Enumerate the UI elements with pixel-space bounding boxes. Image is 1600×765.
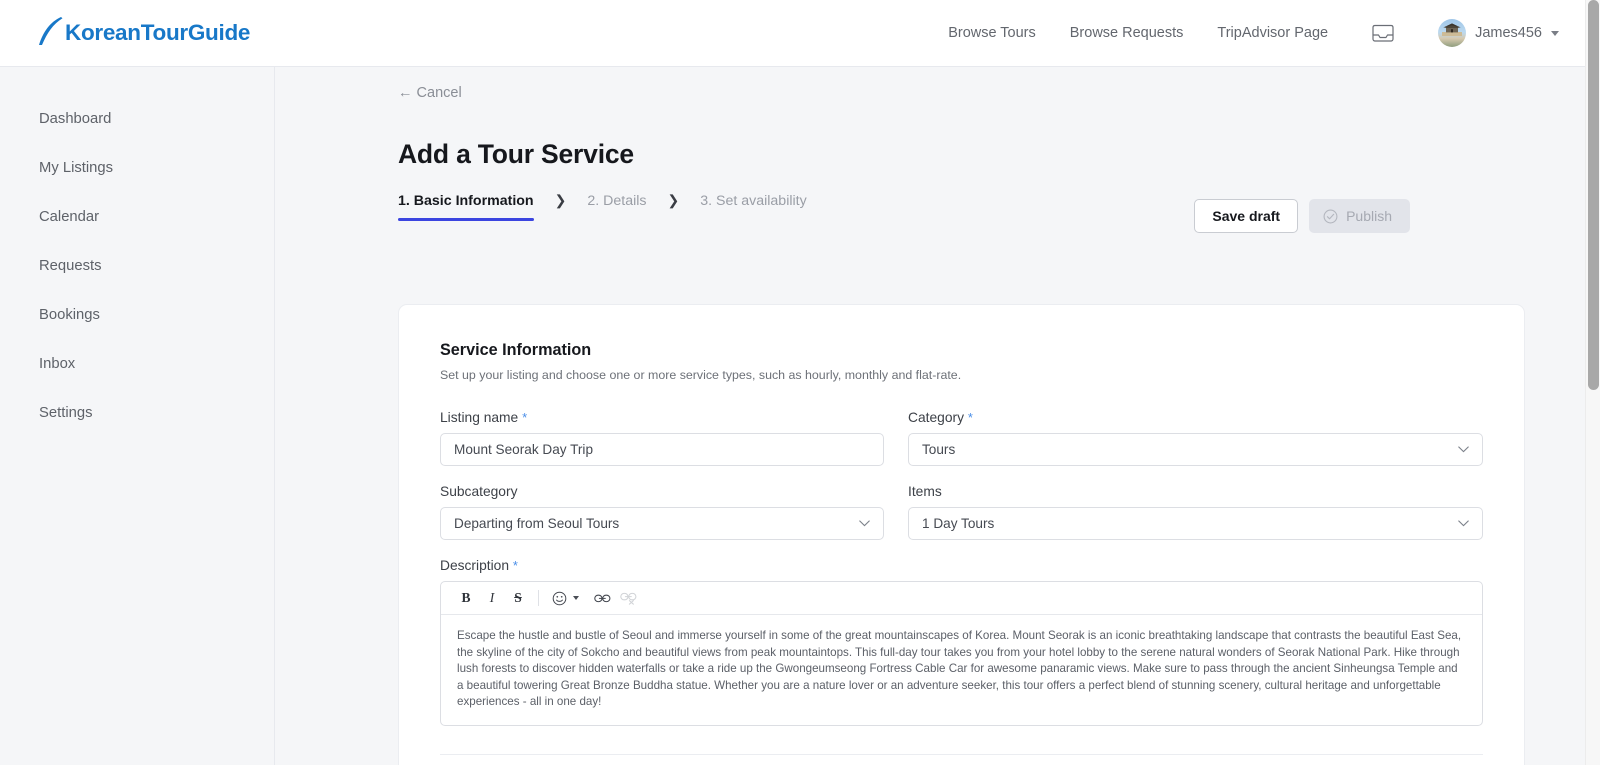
sidebar-item-label: My Listings	[39, 159, 114, 176]
category-label-text: Category	[908, 410, 964, 425]
avatar-pagoda-image	[1442, 23, 1463, 36]
logo-text: KoreanTourGuide	[65, 20, 250, 46]
category-label: Category *	[908, 410, 1483, 425]
sidebar-item-settings[interactable]: Settings	[0, 388, 274, 437]
chevron-down-icon	[1458, 520, 1469, 527]
description-editor: B I S Escape the hustle and bustle of Se…	[440, 581, 1483, 726]
items-label-text: Items	[908, 484, 942, 499]
sidebar-item-calendar[interactable]: Calendar	[0, 192, 274, 241]
sidebar-item-bookings[interactable]: Bookings	[0, 290, 274, 339]
required-asterisk: *	[522, 410, 528, 425]
sidebar: Dashboard My Listings Calendar Requests …	[0, 67, 275, 765]
nav-link-browse-requests[interactable]: Browse Requests	[1070, 25, 1184, 41]
user-menu[interactable]: James456	[1438, 19, 1559, 47]
logo-text-part3: Guide	[187, 20, 251, 45]
section-title: Service Information	[440, 341, 592, 359]
page-actions: Save draft Publish	[1194, 199, 1410, 233]
listing-name-label-text: Listing name	[440, 410, 519, 425]
card-divider	[440, 754, 1483, 755]
unlink-icon	[615, 586, 641, 610]
field-description: Description * B I S Escape the hustle an…	[440, 558, 1483, 726]
link-icon[interactable]	[589, 586, 615, 610]
service-information-card: Service Information Set up your listing …	[398, 304, 1525, 765]
step-basic-information[interactable]: 1. Basic Information	[398, 193, 534, 221]
items-select-value: 1 Day Tours	[922, 516, 995, 531]
subcategory-select[interactable]: Departing from Seoul Tours	[440, 507, 884, 540]
sidebar-item-dashboard[interactable]: Dashboard	[0, 94, 274, 143]
toolbar-divider	[538, 590, 539, 606]
category-select[interactable]: Tours	[908, 433, 1483, 466]
page-title: Add a Tour Service	[398, 139, 634, 169]
check-circle-icon	[1323, 209, 1338, 223]
step-details[interactable]: 2. Details	[587, 193, 646, 221]
publish-button[interactable]: Publish	[1309, 199, 1410, 233]
sidebar-item-my-listings[interactable]: My Listings	[0, 143, 274, 192]
cancel-row: ← Cancel	[276, 67, 1585, 102]
main-content: ← Cancel Add a Tour Service 1. Basic Inf…	[276, 67, 1585, 765]
description-textarea[interactable]: Escape the hustle and bustle of Seoul an…	[441, 615, 1482, 725]
publish-button-label: Publish	[1346, 208, 1392, 224]
description-label-text: Description	[440, 558, 510, 573]
strikethrough-icon[interactable]: S	[505, 586, 531, 610]
sidebar-item-label: Requests	[39, 257, 102, 274]
field-items: Items 1 Day Tours	[908, 484, 1483, 540]
editor-toolbar: B I S	[441, 582, 1482, 615]
emoji-smiley-icon[interactable]	[546, 586, 572, 610]
nav-link-browse-tours[interactable]: Browse Tours	[948, 25, 1036, 41]
emoji-caret-icon[interactable]	[573, 596, 579, 600]
sidebar-item-label: Inbox	[39, 355, 76, 372]
step-chevron-icon: ❯	[667, 192, 680, 208]
cancel-link[interactable]: ← Cancel	[398, 85, 462, 101]
sidebar-item-requests[interactable]: Requests	[0, 241, 274, 290]
sidebar-item-inbox[interactable]: Inbox	[0, 339, 274, 388]
description-label: Description *	[440, 558, 1483, 573]
sidebar-item-label: Bookings	[39, 306, 100, 323]
field-listing-name: Listing name * Mount Seorak Day Trip	[440, 410, 884, 466]
step-chevron-icon: ❯	[554, 192, 567, 208]
logo-text-part2: Tour	[140, 20, 188, 45]
subcategory-select-value: Departing from Seoul Tours	[454, 516, 620, 531]
subcategory-label-text: Subcategory	[440, 484, 518, 499]
chevron-down-icon	[1458, 446, 1469, 453]
italic-icon[interactable]: I	[479, 586, 505, 610]
category-select-value: Tours	[922, 442, 956, 457]
step-set-availability[interactable]: 3. Set availability	[700, 193, 806, 221]
section-subtitle: Set up your listing and choose one or mo…	[440, 368, 962, 382]
nav-link-tripadvisor-page[interactable]: TripAdvisor Page	[1217, 25, 1328, 41]
scrollbar-thumb[interactable]	[1588, 0, 1599, 390]
subcategory-label: Subcategory	[440, 484, 884, 499]
field-category: Category * Tours	[908, 410, 1483, 466]
chevron-down-icon[interactable]	[1551, 30, 1559, 36]
brand-logo[interactable]: KoreanTourGuide	[38, 11, 250, 55]
required-asterisk: *	[512, 558, 518, 573]
user-name: James456	[1475, 25, 1542, 41]
page-scrollbar[interactable]	[1585, 0, 1600, 765]
form-grid: Listing name * Mount Seorak Day Trip Cat…	[440, 410, 1483, 744]
app-root: KoreanTourGuide Browse Tours Browse Requ…	[0, 0, 1600, 765]
items-select[interactable]: 1 Day Tours	[908, 507, 1483, 540]
sidebar-item-label: Settings	[39, 404, 93, 421]
required-asterisk: *	[967, 410, 973, 425]
logo-swoosh-icon	[39, 17, 63, 45]
save-draft-button[interactable]: Save draft	[1194, 199, 1299, 233]
sidebar-item-label: Calendar	[39, 208, 100, 225]
top-navigation-bar: KoreanTourGuide Browse Tours Browse Requ…	[0, 0, 1585, 67]
items-label: Items	[908, 484, 1483, 499]
bold-icon[interactable]: B	[453, 586, 479, 610]
logo-text-part1: Korean	[65, 20, 141, 45]
listing-name-label: Listing name *	[440, 410, 884, 425]
avatar	[1438, 19, 1467, 47]
top-nav-links: Browse Tours Browse Requests TripAdvisor…	[948, 0, 1559, 66]
field-subcategory: Subcategory Departing from Seoul Tours	[440, 484, 884, 540]
chevron-down-icon	[859, 520, 870, 527]
inbox-tray-icon[interactable]	[1370, 22, 1396, 44]
listing-name-input[interactable]: Mount Seorak Day Trip	[440, 433, 884, 466]
sidebar-item-label: Dashboard	[39, 110, 112, 127]
